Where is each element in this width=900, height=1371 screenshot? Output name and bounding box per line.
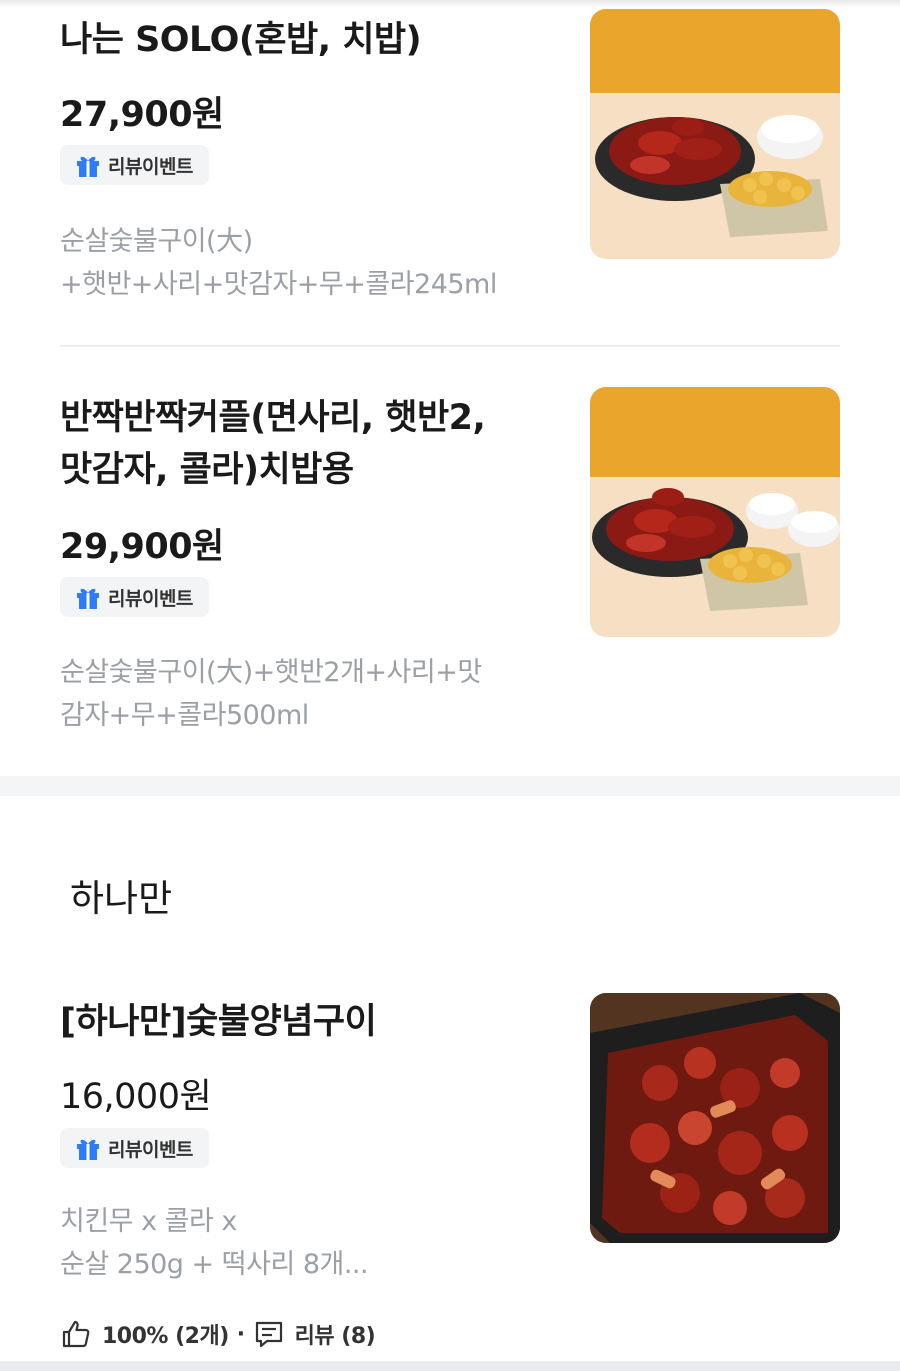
- desc-line: +햇반+사리+맛감자+무+콜라245ml: [60, 269, 497, 300]
- menu-item-photo[interactable]: [590, 993, 840, 1243]
- section-separator: [0, 776, 900, 796]
- review-stats: 100% (2개) · 리뷰 (8): [60, 1314, 376, 1354]
- menu-item-price: 27,900원: [60, 95, 224, 135]
- desc-line: 순살숯불구이(大)+햇반2개+사리+맛: [60, 657, 482, 688]
- review-event-badge: 리뷰이벤트: [60, 577, 209, 617]
- badge-label: 리뷰이벤트: [108, 1138, 193, 1161]
- review-count[interactable]: 리뷰 (8): [295, 1318, 376, 1350]
- name-line: 맛감자, 콜라)치밥용: [60, 450, 354, 490]
- desc-line: 치킨무 x 콜라 x: [60, 1206, 237, 1237]
- menu-item-name: [하나만]숯불양념구이: [60, 1002, 377, 1042]
- menu-item-description: 치킨무 x 콜라 x 순살 250g + 떡사리 8개...: [60, 1200, 530, 1286]
- gift-icon: [77, 1139, 99, 1160]
- thumbs-up-icon: [62, 1320, 90, 1348]
- name-line: 반짝반짝커플(면사리, 햇반2,: [60, 398, 486, 438]
- badge-label: 리뷰이벤트: [108, 587, 193, 610]
- menu-item-photo[interactable]: [590, 9, 840, 259]
- menu-item-description: 순살숯불구이(大)+햇반2개+사리+맛 감자+무+콜라500ml: [60, 651, 530, 737]
- desc-line: 감자+무+콜라500ml: [60, 700, 309, 731]
- gift-icon: [77, 588, 99, 609]
- bottom-separator: [0, 1361, 900, 1371]
- stats-separator: ·: [236, 1321, 245, 1347]
- like-rate: 100% (2개): [102, 1324, 229, 1349]
- menu-item-name: 나는 SOLO(혼밥, 치밥): [60, 20, 422, 60]
- review-event-badge: 리뷰이벤트: [60, 1128, 209, 1168]
- desc-line: 순살숯불구이(大): [60, 226, 253, 257]
- desc-line: 순살 250g + 떡사리 8개...: [60, 1249, 369, 1280]
- menu-item-photo[interactable]: [590, 387, 840, 637]
- menu-item-price: 16,000원: [60, 1077, 212, 1117]
- top-shadow: [0, 0, 900, 8]
- gift-icon: [77, 156, 99, 177]
- section-title: 하나만: [70, 877, 173, 920]
- badge-label: 리뷰이벤트: [108, 155, 193, 178]
- menu-item-name: 반짝반짝커플(면사리, 햇반2, 맛감자, 콜라)치밥용: [60, 392, 550, 496]
- menu-item-description: 순살숯불구이(大) +햇반+사리+맛감자+무+콜라245ml: [60, 220, 530, 306]
- review-chat-icon: [255, 1321, 282, 1348]
- menu-item-price: 29,900원: [60, 527, 224, 567]
- divider: [60, 345, 840, 347]
- review-event-badge: 리뷰이벤트: [60, 145, 209, 185]
